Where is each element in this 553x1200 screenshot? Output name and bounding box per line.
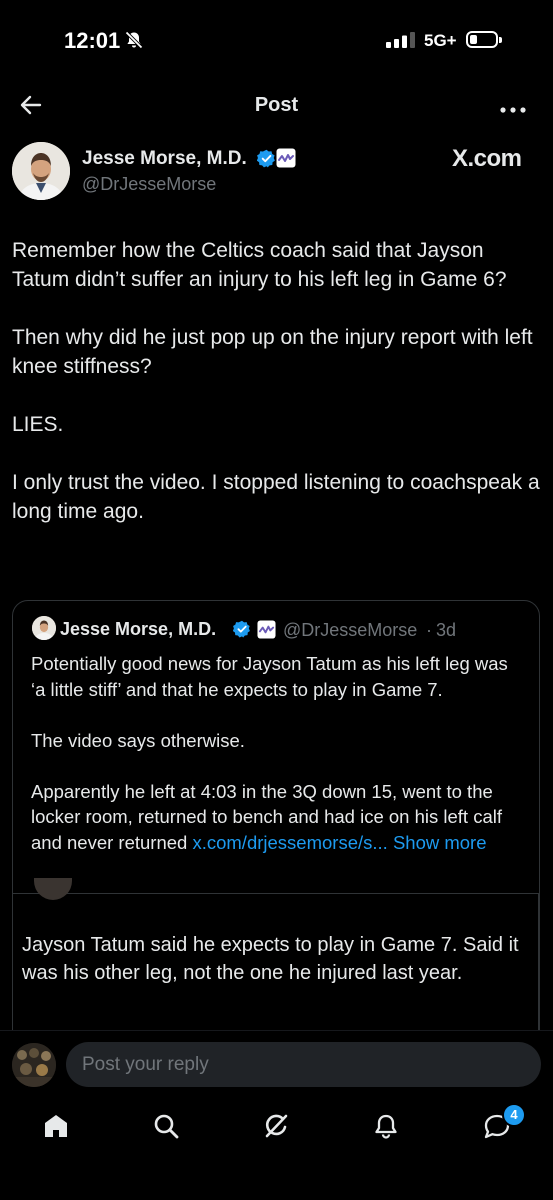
show-more-link[interactable]: Show more xyxy=(393,832,487,853)
reply-bar xyxy=(0,1030,553,1101)
silent-bell-icon xyxy=(124,30,144,55)
quoted-post-time: 3d xyxy=(436,620,457,640)
affiliate-badge-icon[interactable] xyxy=(276,148,296,173)
messages-badge: 4 xyxy=(502,1103,526,1127)
quoted-author-avatar xyxy=(32,616,56,640)
quote-link[interactable]: x.com/drjessemorse/s... xyxy=(192,832,387,853)
status-time: 12:01 xyxy=(64,28,121,53)
bottom-tab-bar: 4 xyxy=(0,1100,553,1200)
post-paragraph: I only trust the video. I stopped listen… xyxy=(12,471,540,523)
affiliate-badge-icon xyxy=(257,620,276,644)
signal-bars-icon xyxy=(386,32,418,53)
more-horizontal-icon[interactable] xyxy=(500,101,526,119)
quoted-post-text: Potentially good news for Jayson Tatum a… xyxy=(31,651,527,881)
post-paragraph: Remember how the Celtics coach said that… xyxy=(12,239,507,291)
x-com-logo: X.com xyxy=(452,145,522,172)
grok-icon[interactable] xyxy=(262,1112,290,1145)
quoted-author-handle: @DrJesseMorse xyxy=(283,620,418,640)
quote-paragraph-last: Apparently he left at 4:03 in the 3Q dow… xyxy=(31,779,527,856)
home-icon[interactable] xyxy=(42,1112,70,1145)
verified-badge-icon xyxy=(232,620,251,643)
nested-author-avatar xyxy=(34,878,72,900)
page-title: Post xyxy=(254,94,299,116)
network-type: 5G+ xyxy=(424,31,457,50)
battery-icon xyxy=(466,31,502,48)
search-icon[interactable] xyxy=(152,1112,180,1145)
author-avatar[interactable] xyxy=(12,142,70,200)
quoted-author-name: Jesse Morse, M.D. xyxy=(60,619,217,639)
reply-input[interactable] xyxy=(66,1042,541,1087)
quoted-post-card[interactable]: Jesse Morse, M.D. @DrJesseMorse · 3d Pot… xyxy=(12,600,540,1090)
post-text: Remember how the Celtics coach said that… xyxy=(12,236,542,555)
quote-paragraph: Potentially good news for Jayson Tatum a… xyxy=(31,653,508,700)
author-name[interactable]: Jesse Morse, M.D. xyxy=(82,148,247,170)
author-handle[interactable]: @DrJesseMorse xyxy=(82,174,216,195)
nested-post-text: Jayson Tatum said he expects to play in … xyxy=(22,934,519,984)
post-paragraph: LIES. xyxy=(12,413,64,436)
meta-separator: · xyxy=(426,620,432,640)
quote-paragraph: The video says otherwise. xyxy=(31,729,245,751)
verified-badge-icon[interactable] xyxy=(256,149,276,173)
user-avatar[interactable] xyxy=(12,1043,56,1087)
bell-icon[interactable] xyxy=(372,1112,400,1145)
post-paragraph: Then why did he just pop up on the injur… xyxy=(12,326,533,378)
